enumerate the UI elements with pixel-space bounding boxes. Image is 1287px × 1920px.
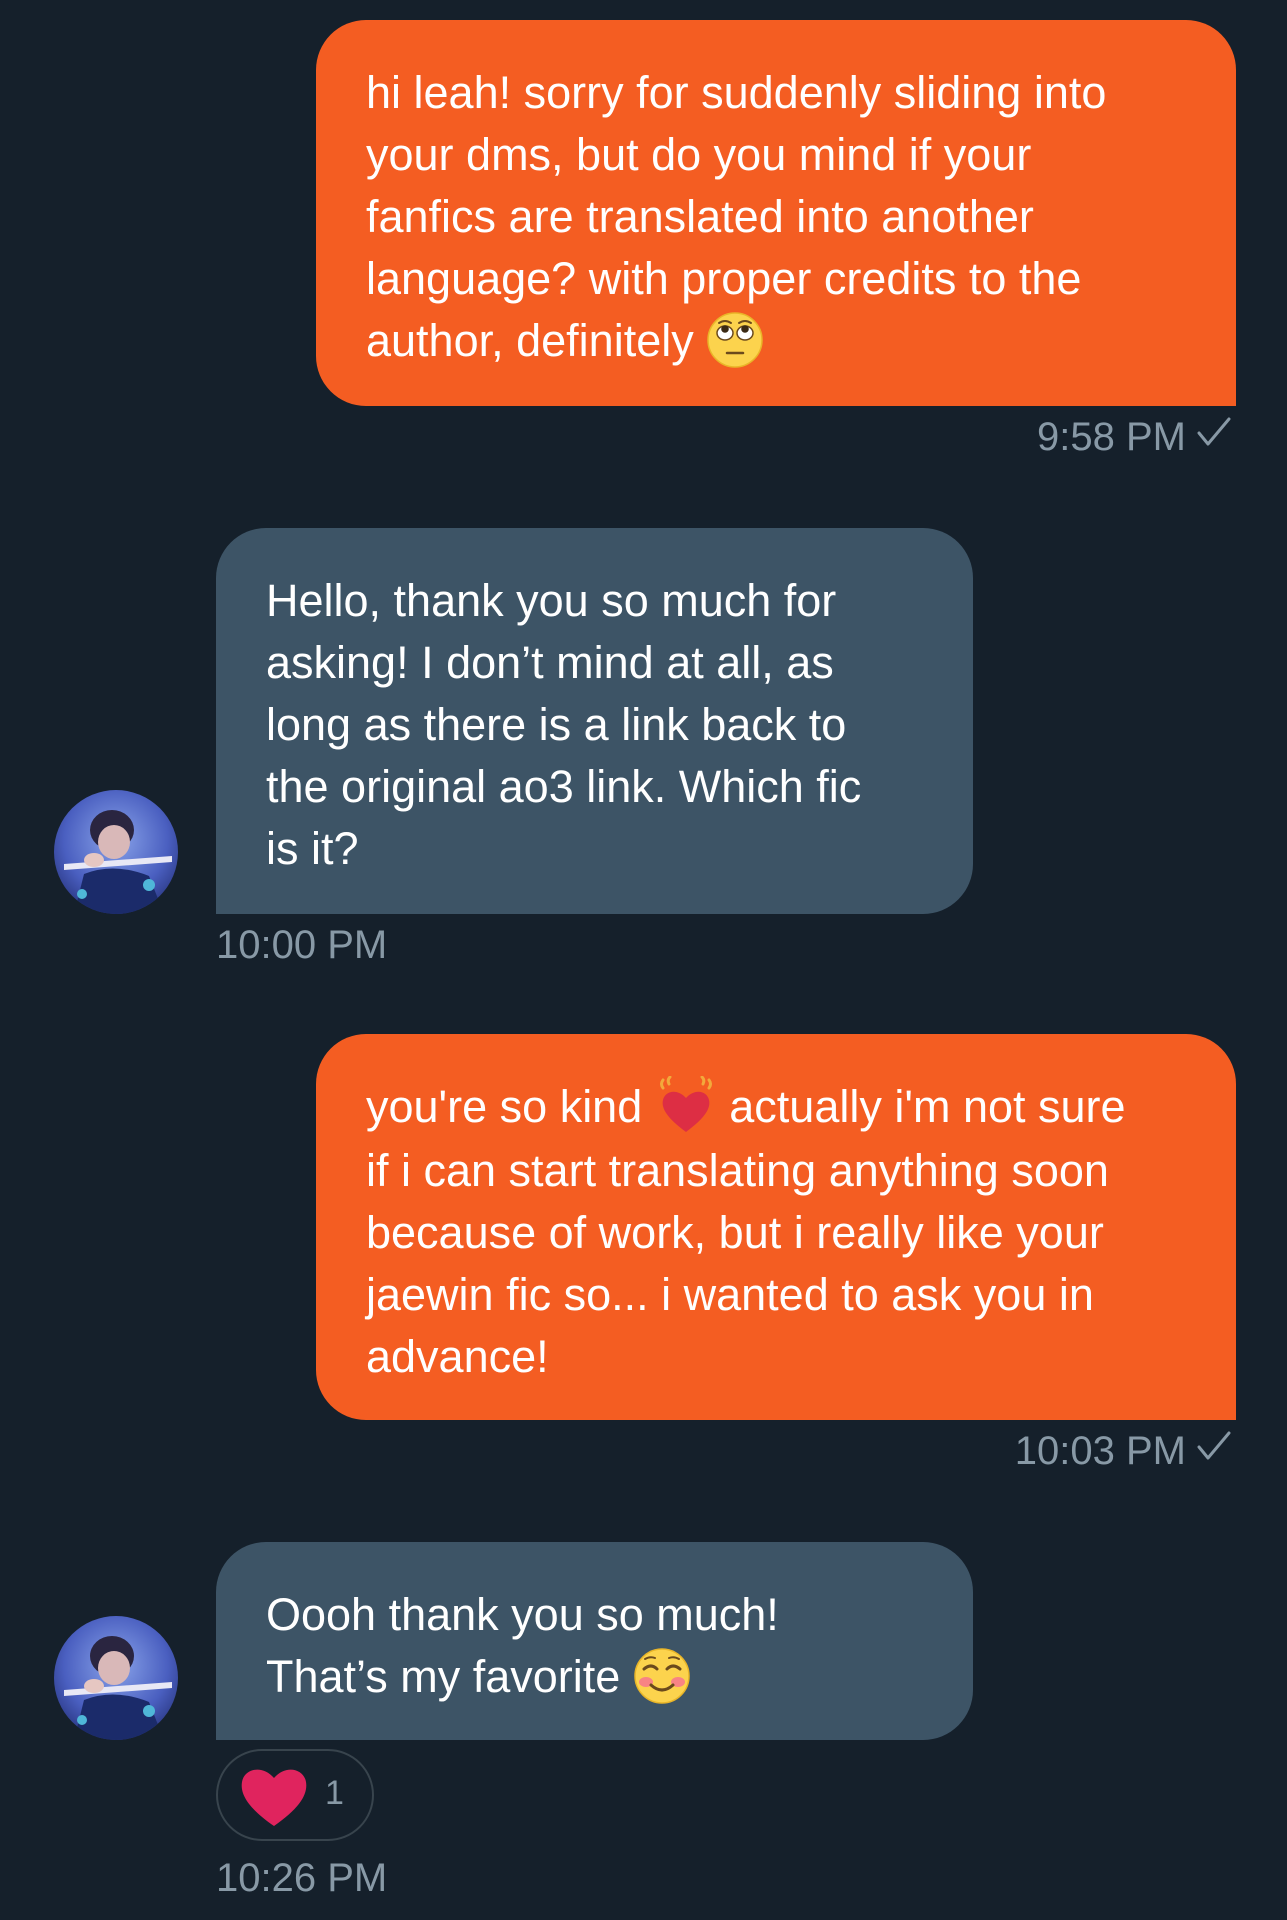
message-text-line-with-emoji: you're so kind actually i'm not sure	[366, 1076, 1186, 1140]
incoming-message-bubble[interactable]: Oooh thank you so much! That’s my favori…	[216, 1542, 973, 1740]
outgoing-message-bubble[interactable]: hi leah! sorry for suddenly sliding into…	[316, 20, 1236, 406]
message-text-line: because of work, but i really like your	[366, 1207, 1104, 1259]
sent-check-icon	[1196, 1427, 1232, 1473]
beating-heart-icon	[655, 1076, 717, 1136]
message-text-line-with-emoji: That’s my favorite	[266, 1646, 923, 1709]
message-text-line: Oooh thank you so much!	[266, 1589, 779, 1640]
message-text-line: is it?	[266, 823, 359, 874]
smiling-face-icon	[633, 1647, 691, 1705]
message-timestamp: 10:26 PM	[216, 1856, 388, 1900]
message-timestamp: 10:00 PM	[216, 923, 388, 967]
timestamp-text: 10:03 PM	[1014, 1429, 1186, 1473]
sent-check-icon	[1196, 413, 1232, 459]
message-text-line: jaewin fic so... i wanted to ask you in	[366, 1269, 1094, 1321]
message-text: author, definitely	[366, 315, 694, 366]
red-heart-icon	[236, 1760, 312, 1835]
message-timestamp: 10:03 PM	[1015, 1428, 1232, 1474]
message-text: you're so kind	[366, 1081, 643, 1132]
message-text-line: language? with proper credits to the	[366, 253, 1082, 304]
reaction-pill[interactable]: 1	[216, 1749, 374, 1841]
message-text: actually i'm not sure	[729, 1081, 1126, 1132]
reaction-count: 1	[325, 1774, 344, 1812]
message-text-line: asking! I don’t mind at all, as	[266, 637, 834, 688]
message-text-line: advance!	[366, 1331, 549, 1383]
message-text-line: fanfics are translated into another	[366, 191, 1034, 242]
message-text-line-with-emoji: author, definitely	[366, 310, 1186, 373]
message-text-line: your dms, but do you mind if your	[366, 129, 1032, 180]
avatar[interactable]	[54, 1616, 178, 1740]
outgoing-message-bubble[interactable]: you're so kind actually i'm not sure if …	[316, 1034, 1236, 1420]
message-text-line: if i can start translating anything soon	[366, 1145, 1109, 1197]
message-text-line: hi leah! sorry for suddenly sliding into	[366, 67, 1107, 118]
message-text: That’s my favorite	[266, 1651, 621, 1702]
message-text-line: the original ao3 link. Which fic	[266, 761, 862, 812]
timestamp-text: 9:58 PM	[1037, 415, 1186, 459]
incoming-message-bubble[interactable]: Hello, thank you so much for asking! I d…	[216, 528, 973, 914]
face-with-rolling-eyes-icon	[706, 311, 764, 369]
message-text-line: long as there is a link back to	[266, 699, 847, 750]
avatar[interactable]	[54, 790, 178, 914]
message-text-line: Hello, thank you so much for	[266, 575, 837, 626]
message-timestamp: 9:58 PM	[1037, 414, 1232, 460]
